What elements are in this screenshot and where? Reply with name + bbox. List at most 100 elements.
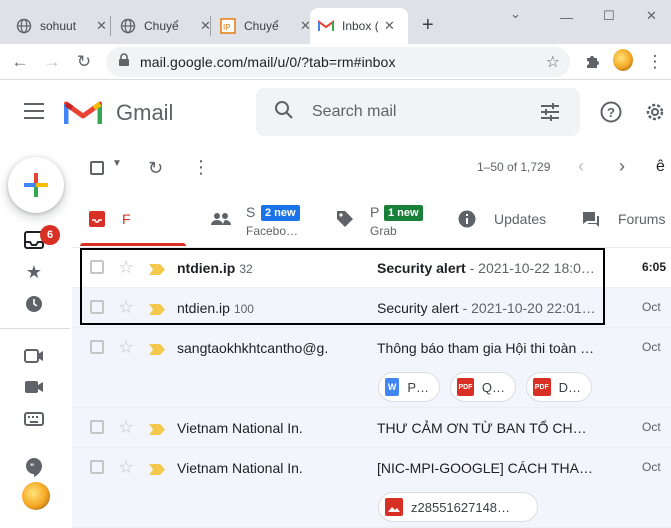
search-options-icon[interactable] xyxy=(540,103,560,126)
meet-new-meeting-icon[interactable] xyxy=(24,346,44,366)
message-row[interactable]: ☆ Vietnam National In. [NIC-MPI-GOOGLE] … xyxy=(72,448,671,528)
inbox-tab-icon xyxy=(88,210,106,233)
inbox-unread-badge: 6 xyxy=(40,225,60,245)
plus-icon xyxy=(24,173,48,197)
select-dropdown-icon[interactable]: ▼ xyxy=(112,158,122,169)
hangouts-avatar[interactable] xyxy=(22,482,50,510)
thread-count: 32 xyxy=(239,262,253,276)
rail-divider xyxy=(0,328,70,329)
date: Oct xyxy=(642,300,661,314)
browser-toolbar: ← → ↻ mail.google.com/mail/u/0/?tab=rm#i… xyxy=(0,44,671,80)
subject: Thông báo tham gia Hội thi toàn … xyxy=(377,340,595,356)
attachment-chip[interactable]: W P… xyxy=(378,372,440,402)
attachment-name: Q… xyxy=(481,379,505,395)
more-options-icon[interactable]: ⋮ xyxy=(192,157,210,178)
star-icon[interactable]: ☆ xyxy=(118,337,134,358)
row-checkbox[interactable] xyxy=(90,420,104,434)
attachment-name: D… xyxy=(558,379,581,395)
thread-count: 100 xyxy=(233,302,254,316)
input-tools-icon[interactable]: ê xyxy=(656,158,665,176)
attachment-chip[interactable]: PDF D… xyxy=(526,372,592,402)
search-input[interactable]: Search mail xyxy=(312,103,396,121)
row-checkbox[interactable] xyxy=(90,340,104,354)
help-icon[interactable]: ? xyxy=(600,101,622,128)
active-tab-indicator xyxy=(80,243,186,246)
keyboard-icon[interactable] xyxy=(24,409,44,429)
message-row[interactable]: ☆ ntdien.ip 100 Security alert - 2021-10-… xyxy=(72,288,671,328)
tag-icon xyxy=(336,210,354,233)
previous-page-icon[interactable]: ‹ xyxy=(578,156,584,177)
main-menu-icon[interactable] xyxy=(24,103,44,124)
browser-tab-1[interactable]: sohuut ✕ xyxy=(8,8,115,44)
importance-marker-icon[interactable] xyxy=(149,422,165,440)
browser-tab-strip: sohuut ✕ Chuyể ✕ IP Chuyể ✕ Inbox ( ✕ + … xyxy=(0,0,671,44)
tab-social[interactable]: S 2 new Facebo… xyxy=(202,192,322,248)
tab-primary[interactable]: F xyxy=(72,192,186,248)
browser-tab-4-active[interactable]: Inbox ( ✕ xyxy=(310,8,408,44)
tab-sublabel: Facebo… xyxy=(246,224,299,238)
hangouts-chat-icon[interactable]: " xyxy=(24,457,44,477)
starred-icon[interactable]: ★ xyxy=(24,262,44,282)
importance-marker-icon[interactable] xyxy=(149,302,165,320)
tab-promotions[interactable]: P 1 new Grab xyxy=(330,192,450,248)
compose-button[interactable] xyxy=(8,157,64,213)
settings-gear-icon[interactable] xyxy=(644,101,666,128)
select-all-checkbox[interactable] xyxy=(90,161,104,175)
search-icon[interactable] xyxy=(274,100,294,125)
address-bar[interactable]: mail.google.com/mail/u/0/?tab=rm#inbox ☆ xyxy=(106,47,570,77)
browser-menu-icon[interactable]: ⋮ xyxy=(645,52,665,72)
reload-icon[interactable]: ↻ xyxy=(74,52,94,72)
close-window-icon[interactable]: ✕ xyxy=(646,8,657,24)
importance-marker-icon[interactable] xyxy=(149,462,165,480)
svg-text:?: ? xyxy=(607,105,615,120)
forward-arrow-icon[interactable]: → xyxy=(42,52,62,72)
attachment-chip[interactable]: z28551627148… xyxy=(378,492,538,522)
snoozed-clock-icon[interactable] xyxy=(24,294,44,314)
date: Oct xyxy=(642,340,661,354)
bookmark-star-icon[interactable]: ☆ xyxy=(546,52,560,72)
row-checkbox[interactable] xyxy=(90,460,104,474)
attachment-chip[interactable]: PDF Q… xyxy=(450,372,516,402)
maximize-icon[interactable]: ☐ xyxy=(603,8,615,24)
browser-tab-3[interactable]: IP Chuyể ✕ xyxy=(212,8,319,44)
forum-icon xyxy=(582,211,600,232)
profile-avatar[interactable] xyxy=(613,49,633,71)
gmail-icon xyxy=(318,18,334,34)
tab-label: Updates xyxy=(494,211,547,227)
tab-divider xyxy=(210,16,211,36)
message-row[interactable]: ☆ sangtaokhkhtcantho@g. Thông báo tham g… xyxy=(72,328,671,408)
extensions-puzzle-icon[interactable] xyxy=(582,52,602,72)
importance-marker-icon[interactable] xyxy=(149,262,165,280)
star-icon[interactable]: ☆ xyxy=(118,417,134,438)
refresh-icon[interactable]: ↻ xyxy=(148,158,163,179)
row-checkbox[interactable] xyxy=(90,300,104,314)
minimize-icon[interactable]: — xyxy=(560,10,573,25)
new-tab-icon[interactable]: + xyxy=(422,14,434,37)
meet-join-icon[interactable] xyxy=(24,377,44,397)
gmail-logo-icon[interactable] xyxy=(63,98,103,131)
tab-forums[interactable]: Forums xyxy=(582,192,671,248)
message-row[interactable]: ☆ Vietnam National In. THƯ CẢM ƠN TỪ BAN… xyxy=(72,408,671,448)
star-icon[interactable]: ☆ xyxy=(118,297,134,318)
importance-marker-icon[interactable] xyxy=(149,342,165,360)
ip-favicon-icon: IP xyxy=(220,18,236,34)
sender: Vietnam National In. xyxy=(177,460,303,476)
row-checkbox[interactable] xyxy=(90,260,104,274)
pagination-range: 1–50 of 1,729 xyxy=(477,160,551,174)
search-bar[interactable]: Search mail xyxy=(256,88,580,136)
snippet: - 2021-10-20 22:01… xyxy=(458,300,596,316)
message-row[interactable]: ☆ ntdien.ip 32 Security alert - 2021-10-2… xyxy=(72,248,671,288)
star-icon[interactable]: ☆ xyxy=(118,257,134,278)
date: Oct xyxy=(642,420,661,434)
star-icon[interactable]: ☆ xyxy=(118,457,134,478)
browser-tab-2[interactable]: Chuyể ✕ xyxy=(112,8,219,44)
tab-updates[interactable]: Updates xyxy=(458,192,568,248)
close-icon[interactable]: ✕ xyxy=(96,18,107,34)
back-arrow-icon[interactable]: ← xyxy=(10,52,30,72)
next-page-icon[interactable]: › xyxy=(619,156,625,177)
chevron-down-icon[interactable]: ⌄ xyxy=(510,6,521,22)
tab-sublabel: Grab xyxy=(370,224,397,238)
pdf-icon: PDF xyxy=(457,378,474,396)
close-icon[interactable]: ✕ xyxy=(384,18,395,34)
word-doc-icon: W xyxy=(385,378,400,396)
